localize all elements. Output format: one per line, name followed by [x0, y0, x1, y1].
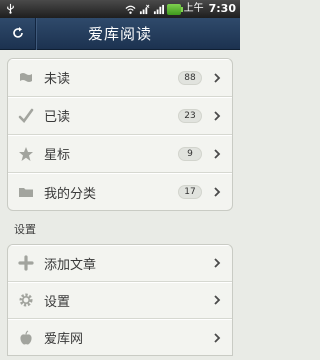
gear-icon: [8, 292, 44, 308]
chevron-right-icon: [210, 72, 224, 83]
list-item-categories[interactable]: 我的分类 17: [8, 173, 232, 210]
flag-icon: [8, 70, 44, 86]
chevron-right-icon: [210, 148, 224, 159]
plus-icon: [8, 255, 44, 271]
list-item-label: 我的分类: [44, 186, 97, 202]
chevron-right-icon: [210, 187, 224, 197]
refresh-icon: [11, 25, 25, 44]
list-item-starred[interactable]: 星标 9: [8, 135, 232, 173]
page-title: 爱库阅读: [87, 25, 152, 43]
wifi-icon: [125, 4, 136, 15]
count-badge: 9: [178, 146, 202, 161]
count-badge: 23: [178, 108, 202, 123]
star-icon: [8, 146, 44, 162]
settings-list: 添加文章 设置 爱库网: [7, 244, 233, 356]
list-item-label: 已读: [44, 110, 71, 125]
count-badge: 17: [178, 185, 202, 199]
signal-icon: [153, 4, 164, 15]
list-item-read[interactable]: 已读 23: [8, 97, 232, 135]
list-item-label: 未读: [44, 72, 71, 87]
main-list: 未读 88 已读 23 星标 9 我的分类 17: [7, 58, 233, 211]
chevron-right-icon: [210, 258, 224, 268]
folder-icon: [8, 184, 44, 200]
check-icon: [8, 108, 44, 124]
usb-icon: [5, 3, 16, 14]
list-item-label: 星标: [44, 148, 71, 163]
section-title-settings: 设置: [14, 223, 36, 236]
list-item-add-article[interactable]: 添加文章: [8, 245, 232, 282]
refresh-button[interactable]: [0, 18, 36, 50]
status-am-pm: 上午: [183, 3, 204, 14]
list-item-aiku-site[interactable]: 爱库网: [8, 319, 232, 355]
apple-icon: [8, 329, 44, 346]
signal-muted-icon: [139, 4, 150, 15]
battery-icon: [166, 3, 183, 15]
list-item-label: 爱库网: [44, 332, 84, 347]
list-item-label: 设置: [44, 294, 71, 310]
count-badge: 88: [178, 70, 202, 85]
list-item-unread[interactable]: 未读 88: [8, 59, 232, 97]
list-item-settings[interactable]: 设置: [8, 282, 232, 319]
chevron-right-icon: [210, 295, 224, 305]
title-bar: 爱库阅读: [0, 18, 240, 50]
status-bar: 上午 7:30: [0, 0, 240, 18]
list-item-label: 添加文章: [44, 257, 97, 273]
chevron-right-icon: [210, 332, 224, 343]
status-time: 7:30: [208, 2, 236, 15]
chevron-right-icon: [210, 110, 224, 121]
